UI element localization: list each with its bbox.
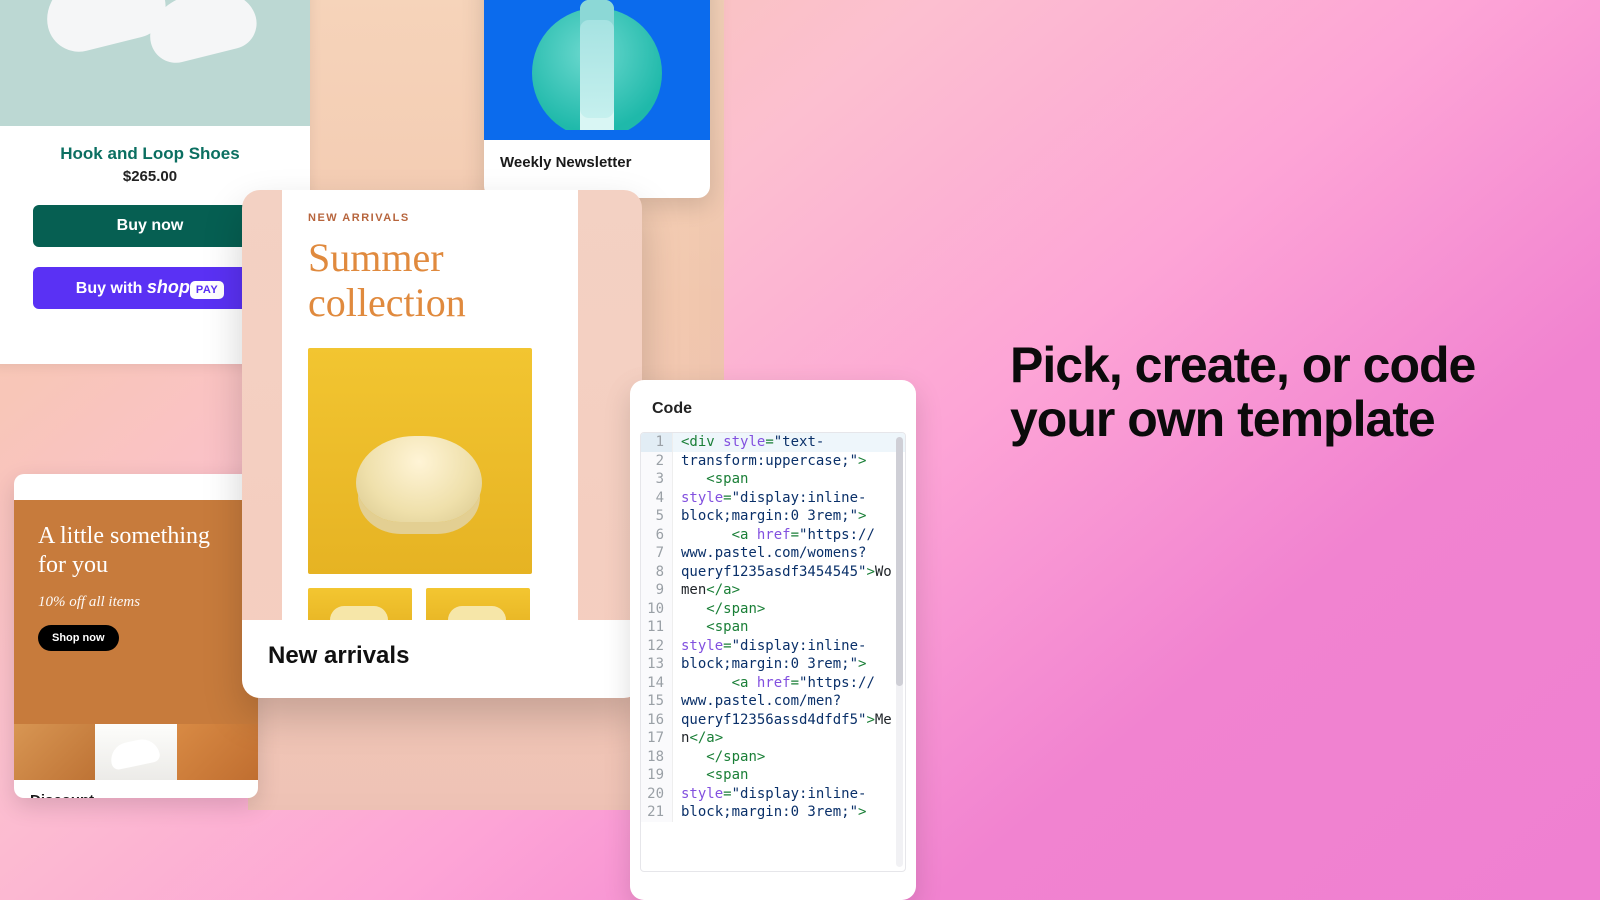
shop-pay-button[interactable]: Buy with shopPAY [33, 267, 267, 309]
code-content[interactable]: <div style="text- [673, 433, 905, 452]
code-content[interactable]: queryf12356assd4dfdf5">Me [673, 711, 905, 730]
discount-image-strip [14, 724, 258, 780]
arrivals-headline: Summer collection [308, 236, 552, 326]
newsletter-card: Hot new products this week Weekly Newsle… [484, 0, 710, 198]
line-number: 11 [641, 618, 673, 637]
arrivals-main-image [308, 348, 532, 574]
line-number: 5 [641, 507, 673, 526]
code-content[interactable]: style="display:inline- [673, 785, 905, 804]
code-line[interactable]: 13block;margin:0 3rem;"> [641, 655, 905, 674]
code-line[interactable]: 16queryf12356assd4dfdf5">Me [641, 711, 905, 730]
line-number: 19 [641, 766, 673, 785]
line-number: 10 [641, 600, 673, 619]
code-line[interactable]: 17n</a> [641, 729, 905, 748]
line-number: 17 [641, 729, 673, 748]
code-line[interactable]: 7www.pastel.com/womens? [641, 544, 905, 563]
newsletter-bottle-graphic [580, 0, 614, 140]
discount-subhead: 10% off all items [38, 594, 236, 611]
code-content[interactable]: </span> [673, 748, 905, 767]
line-number: 8 [641, 563, 673, 582]
code-line[interactable]: 1<div style="text- [641, 433, 905, 452]
code-content[interactable]: n</a> [673, 729, 905, 748]
new-arrivals-card: NEW ARRIVALS Summer collection New arriv… [242, 190, 642, 698]
discount-headline: A little something for you [38, 522, 236, 580]
discount-banner: A little something for you 10% off all i… [14, 500, 258, 724]
newsletter-caption: Weekly Newsletter [484, 140, 710, 185]
code-line[interactable]: 12style="display:inline- [641, 637, 905, 656]
code-line[interactable]: 19 <span [641, 766, 905, 785]
line-number: 6 [641, 526, 673, 545]
line-number: 21 [641, 803, 673, 822]
code-line[interactable]: 18 </span> [641, 748, 905, 767]
line-number: 7 [641, 544, 673, 563]
code-line[interactable]: 10 </span> [641, 600, 905, 619]
code-content[interactable]: style="display:inline- [673, 637, 905, 656]
arrivals-sheet: NEW ARRIVALS Summer collection [282, 190, 578, 620]
code-line[interactable]: 15www.pastel.com/men? [641, 692, 905, 711]
line-number: 3 [641, 470, 673, 489]
marketing-stage: Hook and Loop Shoes $265.00 Buy now Buy … [0, 0, 1600, 900]
code-content[interactable]: <span [673, 766, 905, 785]
code-line[interactable]: 6 <a href="https:// [641, 526, 905, 545]
code-content[interactable]: style="display:inline- [673, 489, 905, 508]
newsletter-hero: Hot new products this week [484, 0, 710, 140]
line-number: 15 [641, 692, 673, 711]
code-content[interactable]: </span> [673, 600, 905, 619]
code-content[interactable]: <a href="https:// [673, 674, 905, 693]
code-line[interactable]: 11 <span [641, 618, 905, 637]
line-number: 9 [641, 581, 673, 600]
code-content[interactable]: <span [673, 618, 905, 637]
discount-card: Pastel A little something for you 10% of… [14, 474, 258, 798]
code-content[interactable]: block;margin:0 3rem;"> [673, 803, 905, 822]
line-number: 18 [641, 748, 673, 767]
line-number: 20 [641, 785, 673, 804]
code-content[interactable]: block;margin:0 3rem;"> [673, 655, 905, 674]
line-number: 4 [641, 489, 673, 508]
product-title: Hook and Loop Shoes [0, 144, 310, 164]
arrivals-kicker: NEW ARRIVALS [308, 212, 552, 224]
code-line[interactable]: 5block;margin:0 3rem;"> [641, 507, 905, 526]
line-number: 12 [641, 637, 673, 656]
line-number: 14 [641, 674, 673, 693]
discount-caption: Discount [14, 780, 258, 798]
code-content[interactable]: men</a> [673, 581, 905, 600]
code-line[interactable]: 3 <span [641, 470, 905, 489]
shop-pay-logo: shop [147, 277, 190, 297]
line-number: 16 [641, 711, 673, 730]
product-price: $265.00 [0, 168, 310, 185]
code-line[interactable]: 21block;margin:0 3rem;"> [641, 803, 905, 822]
arrivals-caption: New arrivals [242, 620, 642, 698]
line-number: 2 [641, 452, 673, 471]
shop-now-button[interactable]: Shop now [38, 625, 119, 651]
code-line[interactable]: 14 <a href="https:// [641, 674, 905, 693]
code-line[interactable]: 9men</a> [641, 581, 905, 600]
code-editor[interactable]: 1<div style="text-2transform:uppercase;"… [640, 432, 906, 872]
code-editor-title: Code [630, 380, 916, 428]
scrollbar[interactable] [896, 437, 903, 867]
buy-now-button[interactable]: Buy now [33, 205, 267, 247]
line-number: 13 [641, 655, 673, 674]
code-content[interactable]: <span [673, 470, 905, 489]
code-line[interactable]: 8queryf1235asdf3454545">Wo [641, 563, 905, 582]
code-line[interactable]: 4style="display:inline- [641, 489, 905, 508]
line-number: 1 [641, 433, 673, 452]
code-content[interactable]: block;margin:0 3rem;"> [673, 507, 905, 526]
code-content[interactable]: transform:uppercase;"> [673, 452, 905, 471]
code-line[interactable]: 20style="display:inline- [641, 785, 905, 804]
code-editor-card: Code 1<div style="text-2transform:upperc… [630, 380, 916, 900]
code-line[interactable]: 2transform:uppercase;"> [641, 452, 905, 471]
code-content[interactable]: www.pastel.com/men? [673, 692, 905, 711]
code-content[interactable]: <a href="https:// [673, 526, 905, 545]
buy-with-label: Buy with [76, 280, 143, 297]
page-headline: Pick, create, or code your own template [1010, 338, 1510, 446]
shop-pay-badge: PAY [190, 281, 224, 299]
code-content[interactable]: www.pastel.com/womens? [673, 544, 905, 563]
code-content[interactable]: queryf1235asdf3454545">Wo [673, 563, 905, 582]
product-hero-image [0, 0, 310, 126]
